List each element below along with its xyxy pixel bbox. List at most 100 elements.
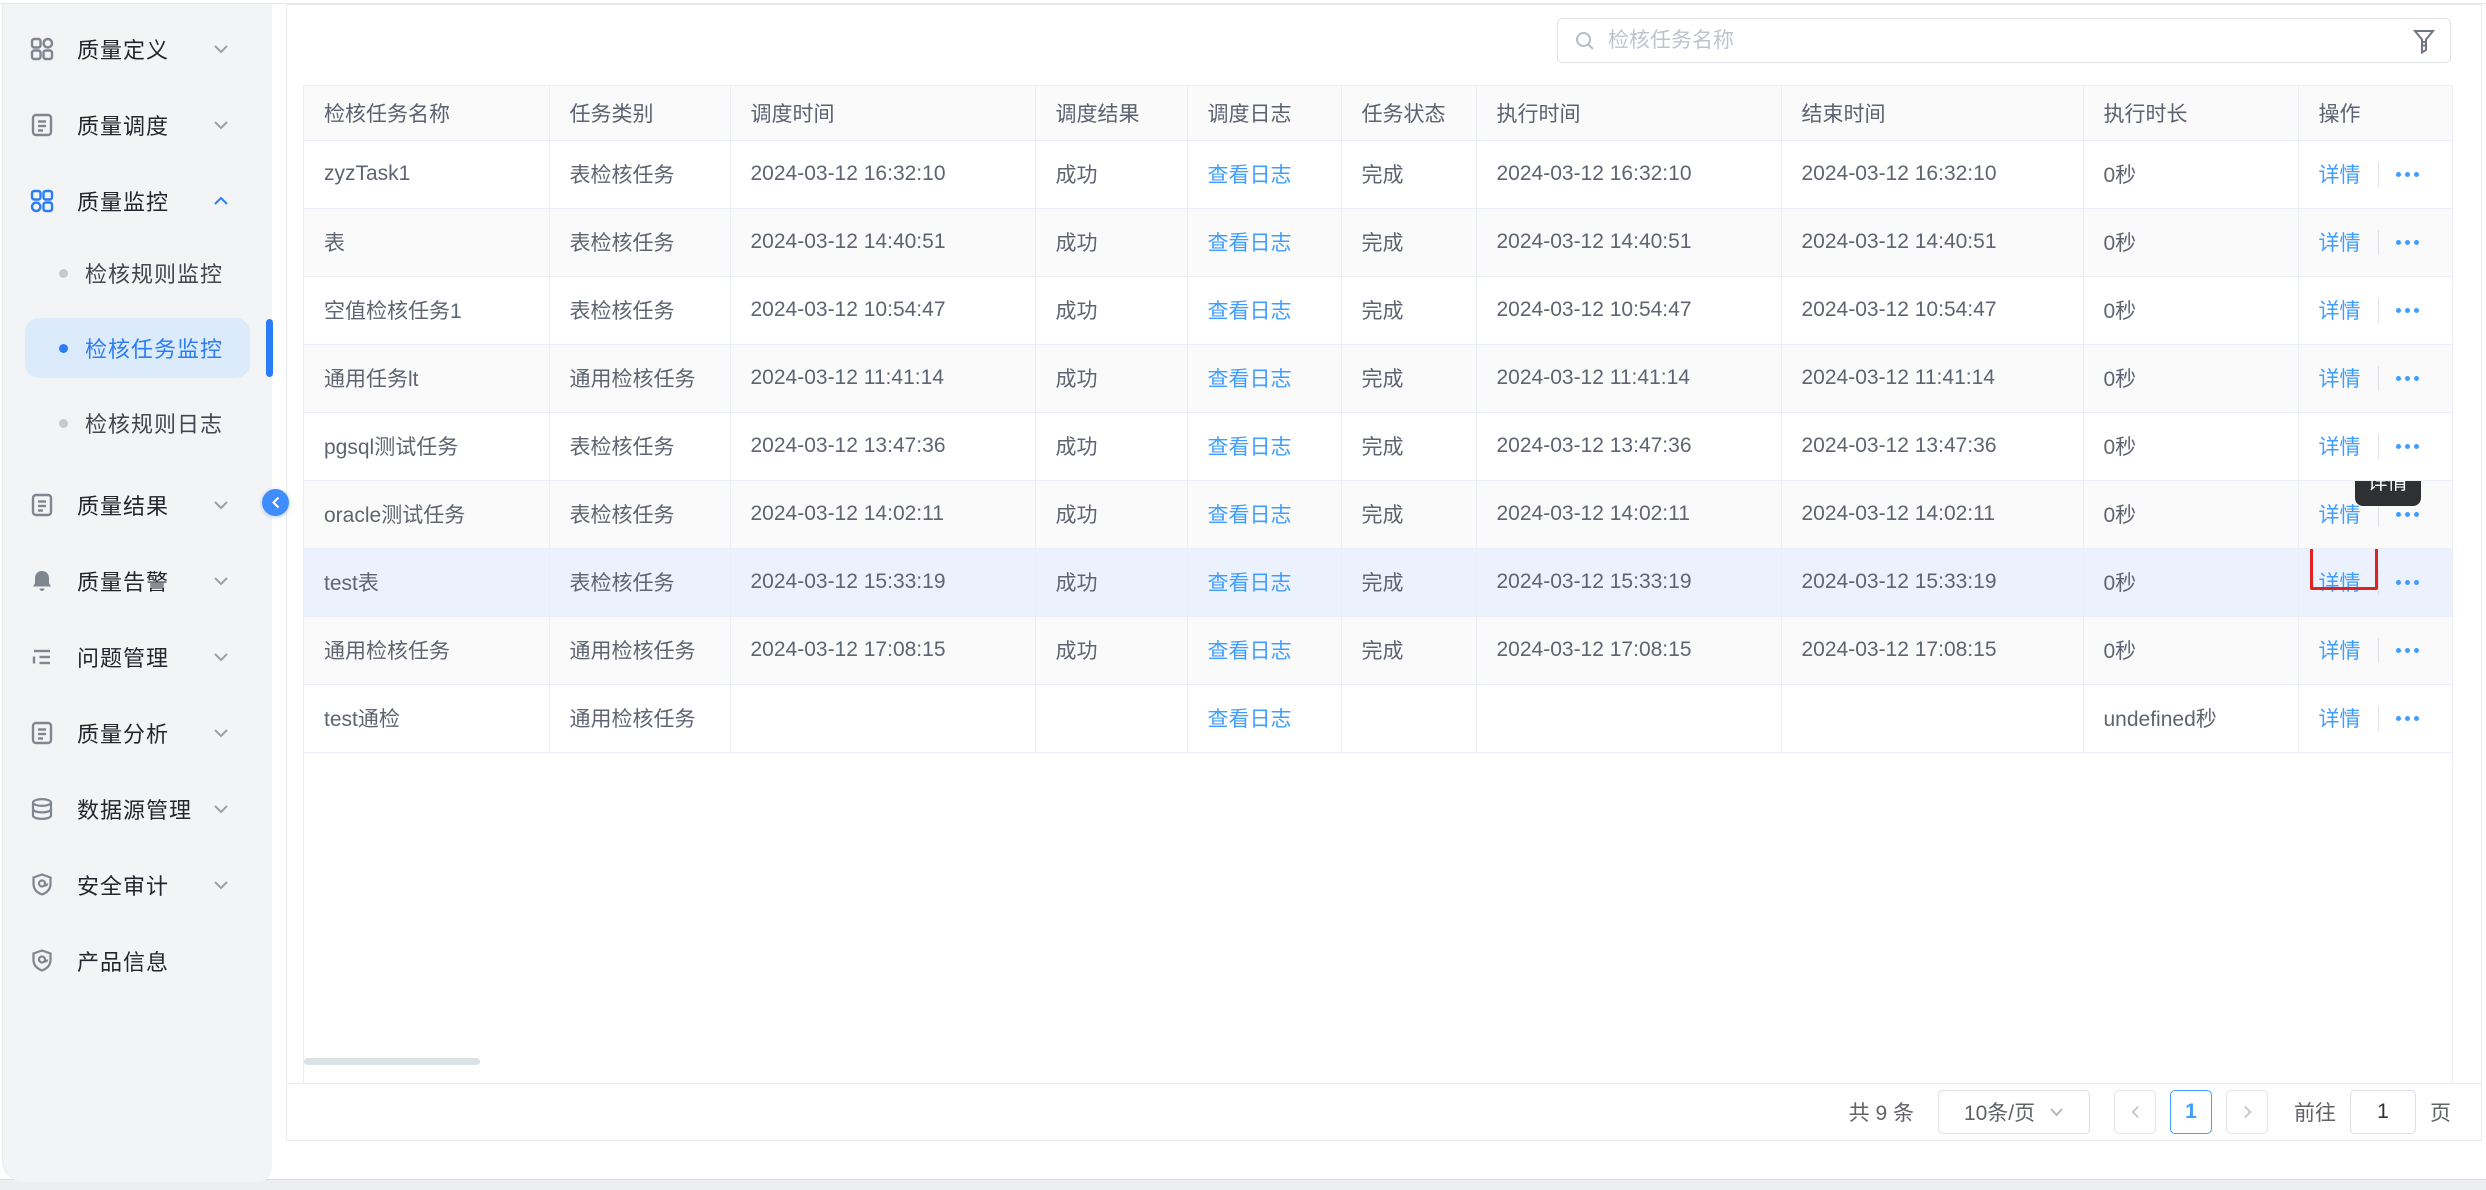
more-actions-button[interactable]: [2396, 444, 2419, 449]
cell-schedule-time: 2024-03-12 10:54:47: [730, 276, 1035, 344]
table-row: 通用检核任务 通用检核任务 2024-03-12 17:08:15 成功 查看日…: [304, 616, 2452, 684]
detail-link[interactable]: 详情: [2319, 499, 2361, 529]
sidebar-item-label: 安全审计: [77, 869, 169, 901]
detail-link[interactable]: 详情: [2319, 363, 2361, 393]
sidebar-subitem-label: 检核任务监控: [85, 332, 223, 364]
cell-duration: undefined秒: [2083, 684, 2298, 752]
document-icon: [29, 112, 55, 138]
cell-task-status: 完成: [1341, 616, 1476, 684]
cell-schedule-result: 成功: [1035, 208, 1187, 276]
sidebar-item-security-audit[interactable]: 安全审计: [3, 861, 272, 909]
chevron-up-icon: [212, 195, 230, 207]
sidebar-item-rule-monitoring[interactable]: 检核规则监控: [25, 243, 250, 303]
sidebar-item-quality-analysis[interactable]: 质量分析: [3, 709, 272, 757]
view-log-link[interactable]: 查看日志: [1208, 300, 1292, 323]
chevron-down-icon: [2049, 1107, 2064, 1117]
sidebar-item-issue-management[interactable]: 问题管理: [3, 633, 272, 681]
filter-funnel-icon[interactable]: [2412, 28, 2436, 54]
more-actions-button[interactable]: [2396, 376, 2419, 381]
sidebar-submenu: 检核规则监控 检核任务监控 检核规则日志: [3, 243, 272, 453]
more-actions-button[interactable]: [2396, 308, 2419, 313]
cell-schedule-time: 2024-03-12 14:02:11: [730, 480, 1035, 548]
detail-link[interactable]: 详情: [2319, 227, 2361, 257]
sidebar-item-label: 质量告警: [77, 565, 169, 597]
sidebar-item-quality-monitoring[interactable]: 质量监控: [3, 177, 272, 225]
page-suffix-label: 页: [2430, 1097, 2451, 1127]
document-icon: [29, 492, 55, 518]
sidebar-item-quality-definition[interactable]: 质量定义: [3, 25, 272, 73]
sidebar-item-datasource-management[interactable]: 数据源管理: [3, 785, 272, 833]
cell-schedule-result: 成功: [1035, 616, 1187, 684]
detail-link[interactable]: 详情: [2319, 635, 2361, 665]
chevron-down-icon: [212, 879, 230, 891]
next-page-button[interactable]: [2226, 1090, 2268, 1134]
col-header-schedule-time: 调度时间: [730, 86, 1035, 140]
cell-schedule-result: 成功: [1035, 480, 1187, 548]
search-input[interactable]: [1608, 29, 2412, 53]
more-actions-button[interactable]: [2396, 716, 2419, 721]
view-log-link[interactable]: 查看日志: [1208, 368, 1292, 391]
cell-operation: 详情: [2298, 276, 2452, 344]
cell-schedule-time: 2024-03-12 17:08:15: [730, 616, 1035, 684]
cell-schedule-result: 成功: [1035, 276, 1187, 344]
view-log-link[interactable]: 查看日志: [1208, 504, 1292, 527]
more-actions-button[interactable]: [2396, 512, 2419, 517]
cell-task-name: test通检: [304, 684, 549, 752]
cell-operation: 详情: [2298, 412, 2452, 480]
view-log-link[interactable]: 查看日志: [1208, 232, 1292, 255]
view-log-link[interactable]: 查看日志: [1208, 436, 1292, 459]
cell-task-type: 表检核任务: [549, 548, 730, 616]
chevron-down-icon: [212, 651, 230, 663]
more-actions-button[interactable]: [2396, 580, 2419, 585]
sidebar-collapse-button[interactable]: [262, 489, 289, 516]
prev-page-button[interactable]: [2114, 1090, 2156, 1134]
chevron-down-icon: [212, 727, 230, 739]
view-log-link[interactable]: 查看日志: [1208, 572, 1292, 595]
detail-link[interactable]: 详情: [2319, 431, 2361, 461]
chevron-down-icon: [212, 43, 230, 55]
view-log-link[interactable]: 查看日志: [1208, 640, 1292, 663]
view-log-link[interactable]: 查看日志: [1208, 164, 1292, 187]
detail-link[interactable]: 详情: [2319, 567, 2361, 597]
cell-exec-time: 2024-03-12 11:41:14: [1476, 344, 1781, 412]
cell-schedule-time: 2024-03-12 15:33:19: [730, 548, 1035, 616]
col-header-task-name: 检核任务名称: [304, 86, 549, 140]
detail-link[interactable]: 详情: [2319, 159, 2361, 189]
cell-duration: 0秒: [2083, 208, 2298, 276]
goto-page-input[interactable]: [2350, 1090, 2416, 1134]
horizontal-scrollbar[interactable]: [304, 1058, 480, 1065]
cell-task-name: 表: [304, 208, 549, 276]
more-actions-button[interactable]: [2396, 172, 2419, 177]
sidebar-item-rule-logs[interactable]: 检核规则日志: [25, 393, 250, 453]
sidebar-item-quality-results[interactable]: 质量结果: [3, 481, 272, 529]
sidebar-item-task-monitoring[interactable]: 检核任务监控: [25, 318, 250, 378]
col-header-duration: 执行时长: [2083, 86, 2298, 140]
sidebar-item-quality-alerts[interactable]: 质量告警: [3, 557, 272, 605]
cell-schedule-log: 查看日志: [1187, 616, 1341, 684]
pagination-bar: 共 9 条 10条/页 1 前往 页: [287, 1083, 2481, 1140]
cell-schedule-log: 查看日志: [1187, 208, 1341, 276]
page-number-button[interactable]: 1: [2170, 1090, 2212, 1134]
cell-schedule-result: 成功: [1035, 344, 1187, 412]
cell-exec-time: 2024-03-12 14:02:11: [1476, 480, 1781, 548]
detail-link[interactable]: 详情: [2319, 295, 2361, 325]
monitor-grid-icon: [29, 188, 55, 214]
chevron-right-icon: [2242, 1104, 2253, 1120]
cell-end-time: 2024-03-12 11:41:14: [1781, 344, 2083, 412]
detail-link[interactable]: 详情: [2319, 703, 2361, 733]
sidebar-subitem-label: 检核规则监控: [85, 257, 223, 289]
cell-schedule-result: 成功: [1035, 140, 1187, 208]
page-size-select[interactable]: 10条/页: [1938, 1090, 2090, 1134]
more-actions-button[interactable]: [2396, 240, 2419, 245]
cell-operation: 详情: [2298, 616, 2452, 684]
cell-task-status: 完成: [1341, 344, 1476, 412]
cell-schedule-time: 2024-03-12 14:40:51: [730, 208, 1035, 276]
document-icon: [29, 720, 55, 746]
more-actions-button[interactable]: [2396, 648, 2419, 653]
tooltip: 详情: [2355, 480, 2421, 506]
view-log-link[interactable]: 查看日志: [1208, 708, 1292, 731]
cell-task-status: 完成: [1341, 480, 1476, 548]
col-header-exec-time: 执行时间: [1476, 86, 1781, 140]
sidebar-item-product-info[interactable]: 产品信息: [3, 937, 272, 985]
sidebar-item-quality-scheduling[interactable]: 质量调度: [3, 101, 272, 149]
